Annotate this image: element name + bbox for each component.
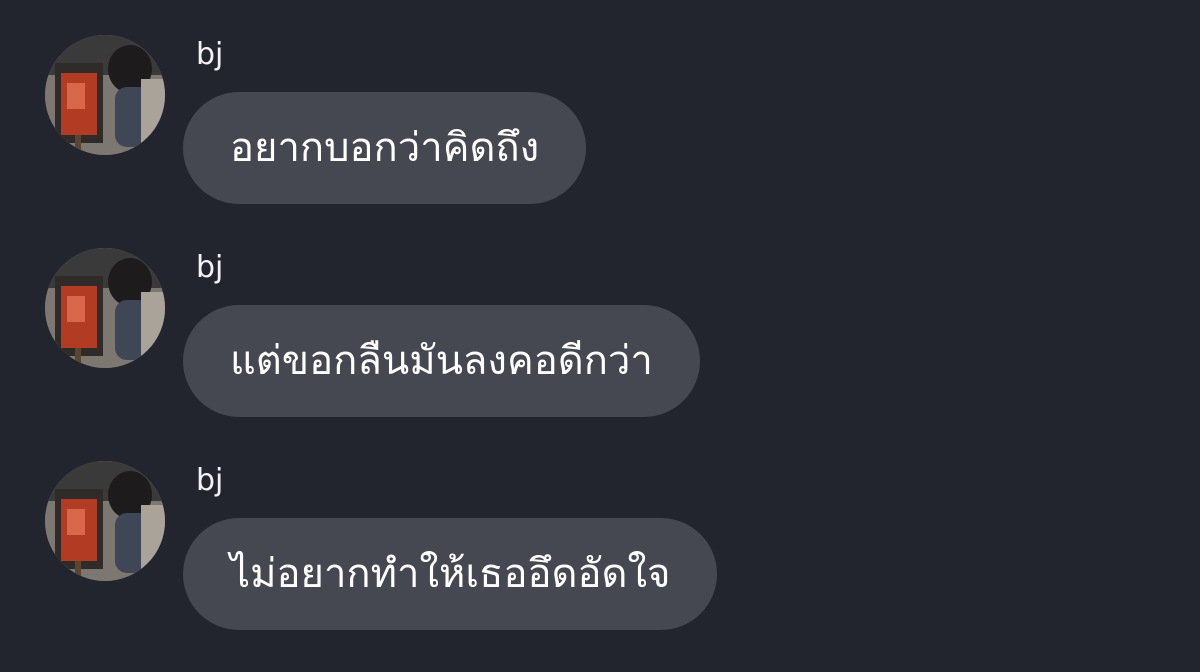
message-row: bj อยากบอกว่าคิดถึง: [0, 35, 1200, 235]
message-row: bj ไม่อยากทำให้เธออึดอัดใจ: [0, 461, 1200, 661]
avatar[interactable]: [45, 461, 165, 581]
avatar[interactable]: [45, 35, 165, 155]
sender-name: bj: [196, 37, 224, 72]
sender-name: bj: [196, 463, 224, 498]
sender-name: bj: [196, 250, 224, 285]
message-bubble[interactable]: อยากบอกว่าคิดถึง: [183, 92, 587, 204]
avatar-image: [45, 248, 165, 368]
avatar[interactable]: [45, 248, 165, 368]
avatar-image: [45, 35, 165, 155]
message-bubble[interactable]: แต่ขอกลืนมันลงคอดีกว่า: [183, 305, 700, 417]
message-row: bj แต่ขอกลืนมันลงคอดีกว่า: [0, 248, 1200, 448]
avatar-image: [45, 461, 165, 581]
chat-thread: bj อยากบอกว่าคิดถึง bj แต่ขอกลืนมันลงคอด…: [0, 0, 1200, 672]
message-bubble[interactable]: ไม่อยากทำให้เธออึดอัดใจ: [183, 518, 718, 630]
